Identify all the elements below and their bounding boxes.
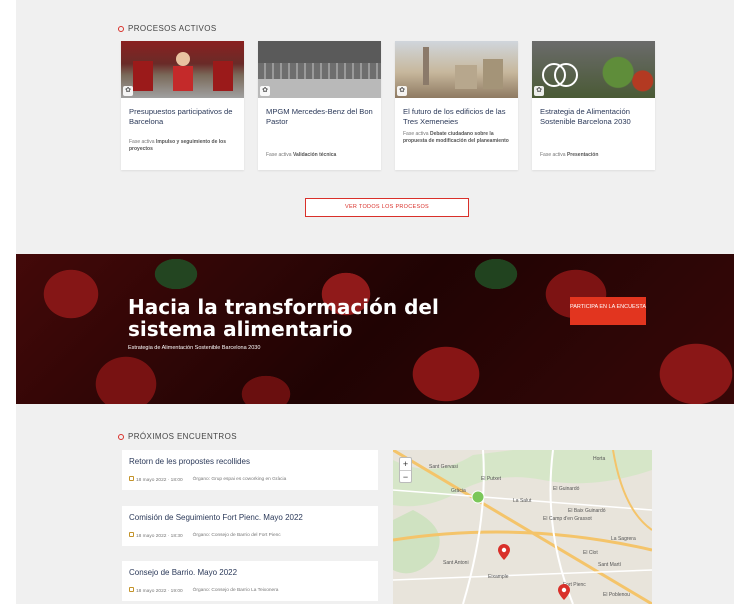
map-label: El Putxet [481, 476, 502, 482]
processes-heading: PROCESOS ACTIVOS [118, 24, 217, 33]
card-phase: Fase activa Validación técnica [266, 152, 337, 158]
meetings-heading-text: PRÓXIMOS ENCUENTROS [128, 432, 237, 441]
process-icon: ✿ [123, 86, 133, 96]
card-title: El futuro de los edificios de las Tres X… [403, 107, 506, 126]
meeting-organ: Consejo de Barrio La Teixonera [211, 588, 279, 593]
meeting-datetime: 18 mayo 2022 · 18:30 [136, 534, 183, 539]
map-cluster-marker[interactable] [471, 490, 485, 508]
organ-label: Órgano: [192, 588, 211, 593]
people-chairs-image [133, 52, 233, 91]
meetings-map[interactable]: Sant Gervasi Gràcia El Putxet Horta La S… [393, 450, 652, 604]
meeting-organ: Consejo de Barrio del Fort Pienc [211, 533, 281, 538]
card-image: ✿ [532, 41, 655, 98]
meeting-title: Consejo de Barrio. Mayo 2022 [129, 568, 238, 577]
heading-bullet-icon [118, 433, 124, 440]
process-icon: ✿ [534, 86, 544, 96]
process-card-mercedes[interactable]: ✿ MPGM Mercedes-Benz del Bon Pastor Fase… [258, 41, 381, 170]
map-label: El Clot [583, 550, 598, 556]
location-pin-icon[interactable] [498, 544, 510, 560]
meeting-item[interactable]: Consejo de Barrio. Mayo 2022 18 mayo 202… [122, 561, 378, 601]
see-all-processes-button[interactable]: VER TODOS LOS PROCESOS [305, 198, 469, 217]
map-label: Horta [593, 456, 606, 462]
map-label: La Salut [513, 498, 532, 504]
industrial-roof-image [258, 41, 381, 98]
meeting-title: Comisión de Seguimiento Fort Pienc. Mayo… [129, 513, 303, 522]
card-title: Estrategia de Alimentación Sostenible Ba… [540, 107, 631, 126]
vegetables-image [542, 63, 578, 87]
card-phase: Fase activa Impulso y seguimiento de los… [129, 139, 226, 152]
map-label: Sant Antoni [443, 560, 469, 566]
card-title: MPGM Mercedes-Benz del Bon Pastor [266, 107, 373, 126]
map-label: Gràcia [451, 488, 466, 494]
meetings-heading: PRÓXIMOS ENCUENTROS [118, 432, 237, 441]
calendar-icon [129, 476, 134, 481]
card-title: Presupuestos participativos de Barcelona [129, 107, 233, 126]
zoom-in-button[interactable]: + [400, 458, 411, 470]
card-image: ✿ [258, 41, 381, 98]
map-label: El Poblenou [603, 592, 630, 598]
map-label: El Guinardó [553, 486, 580, 492]
meeting-datetime: 18 mayo 2022 · 19:00 [136, 589, 183, 594]
meeting-item[interactable]: Comisión de Seguimiento Fort Pienc. Mayo… [122, 506, 378, 546]
processes-heading-text: PROCESOS ACTIVOS [128, 24, 217, 33]
card-phase: Fase activa Presentación [540, 152, 599, 158]
buildings-image [423, 47, 503, 89]
map-label: Sant Gervasi [429, 464, 458, 470]
zoom-out-button[interactable]: − [400, 470, 411, 482]
card-phase: Fase activa Debate ciudadano sobre la pr… [403, 131, 509, 144]
heading-bullet-icon [118, 25, 124, 32]
card-image: ✿ [395, 41, 518, 98]
card-image: ✿ [121, 41, 244, 98]
organ-label: Órgano: [192, 477, 211, 482]
meeting-meta: 18 mayo 2022 · 19:00 Órgano: Consejo de … [129, 587, 278, 594]
meeting-organ: Grup espai es coworking en Gràcia [211, 477, 287, 482]
meeting-meta: 18 mayo 2022 · 18:30 Órgano: Consejo de … [129, 532, 281, 539]
hero-subtitle: Estrategia de Alimentación Sostenible Ba… [128, 345, 261, 351]
process-icon: ✿ [397, 86, 407, 96]
map-zoom-control: + − [399, 457, 412, 483]
hero-banner: Hacia la transformación del sistema alim… [16, 254, 734, 404]
map-label: La Sagrera [611, 536, 636, 542]
survey-cta-button[interactable]: PARTICIPA EN LA ENCUESTA [570, 297, 646, 325]
process-cards: ✿ Presupuestos participativos de Barcelo… [121, 41, 655, 170]
process-card-tres-xemeneies[interactable]: ✿ El futuro de los edificios de las Tres… [395, 41, 518, 170]
map-label: Eixample [488, 574, 509, 580]
calendar-icon [129, 532, 134, 537]
meeting-item[interactable]: Retorn de les propostes recollides 18 ma… [122, 450, 378, 490]
process-card-alimentacion[interactable]: ✿ Estrategia de Alimentación Sostenible … [532, 41, 655, 170]
process-icon: ✿ [260, 86, 270, 96]
organ-label: Órgano: [192, 533, 211, 538]
meeting-meta: 18 mayo 2022 · 18:00 Órgano: Grup espai … [129, 476, 286, 483]
process-card-presupuestos[interactable]: ✿ Presupuestos participativos de Barcelo… [121, 41, 244, 170]
calendar-icon [129, 587, 134, 592]
map-label: Sant Martí [598, 562, 622, 568]
map-label: El Camp d'en Grassot [543, 516, 592, 522]
meeting-title: Retorn de les propostes recollides [129, 457, 250, 466]
map-tiles [393, 450, 652, 604]
meeting-datetime: 18 mayo 2022 · 18:00 [136, 478, 183, 483]
hero-title: Hacia la transformación del sistema alim… [128, 295, 439, 341]
map-label: El Baix Guinardó [568, 508, 606, 514]
location-pin-icon[interactable] [558, 584, 570, 600]
